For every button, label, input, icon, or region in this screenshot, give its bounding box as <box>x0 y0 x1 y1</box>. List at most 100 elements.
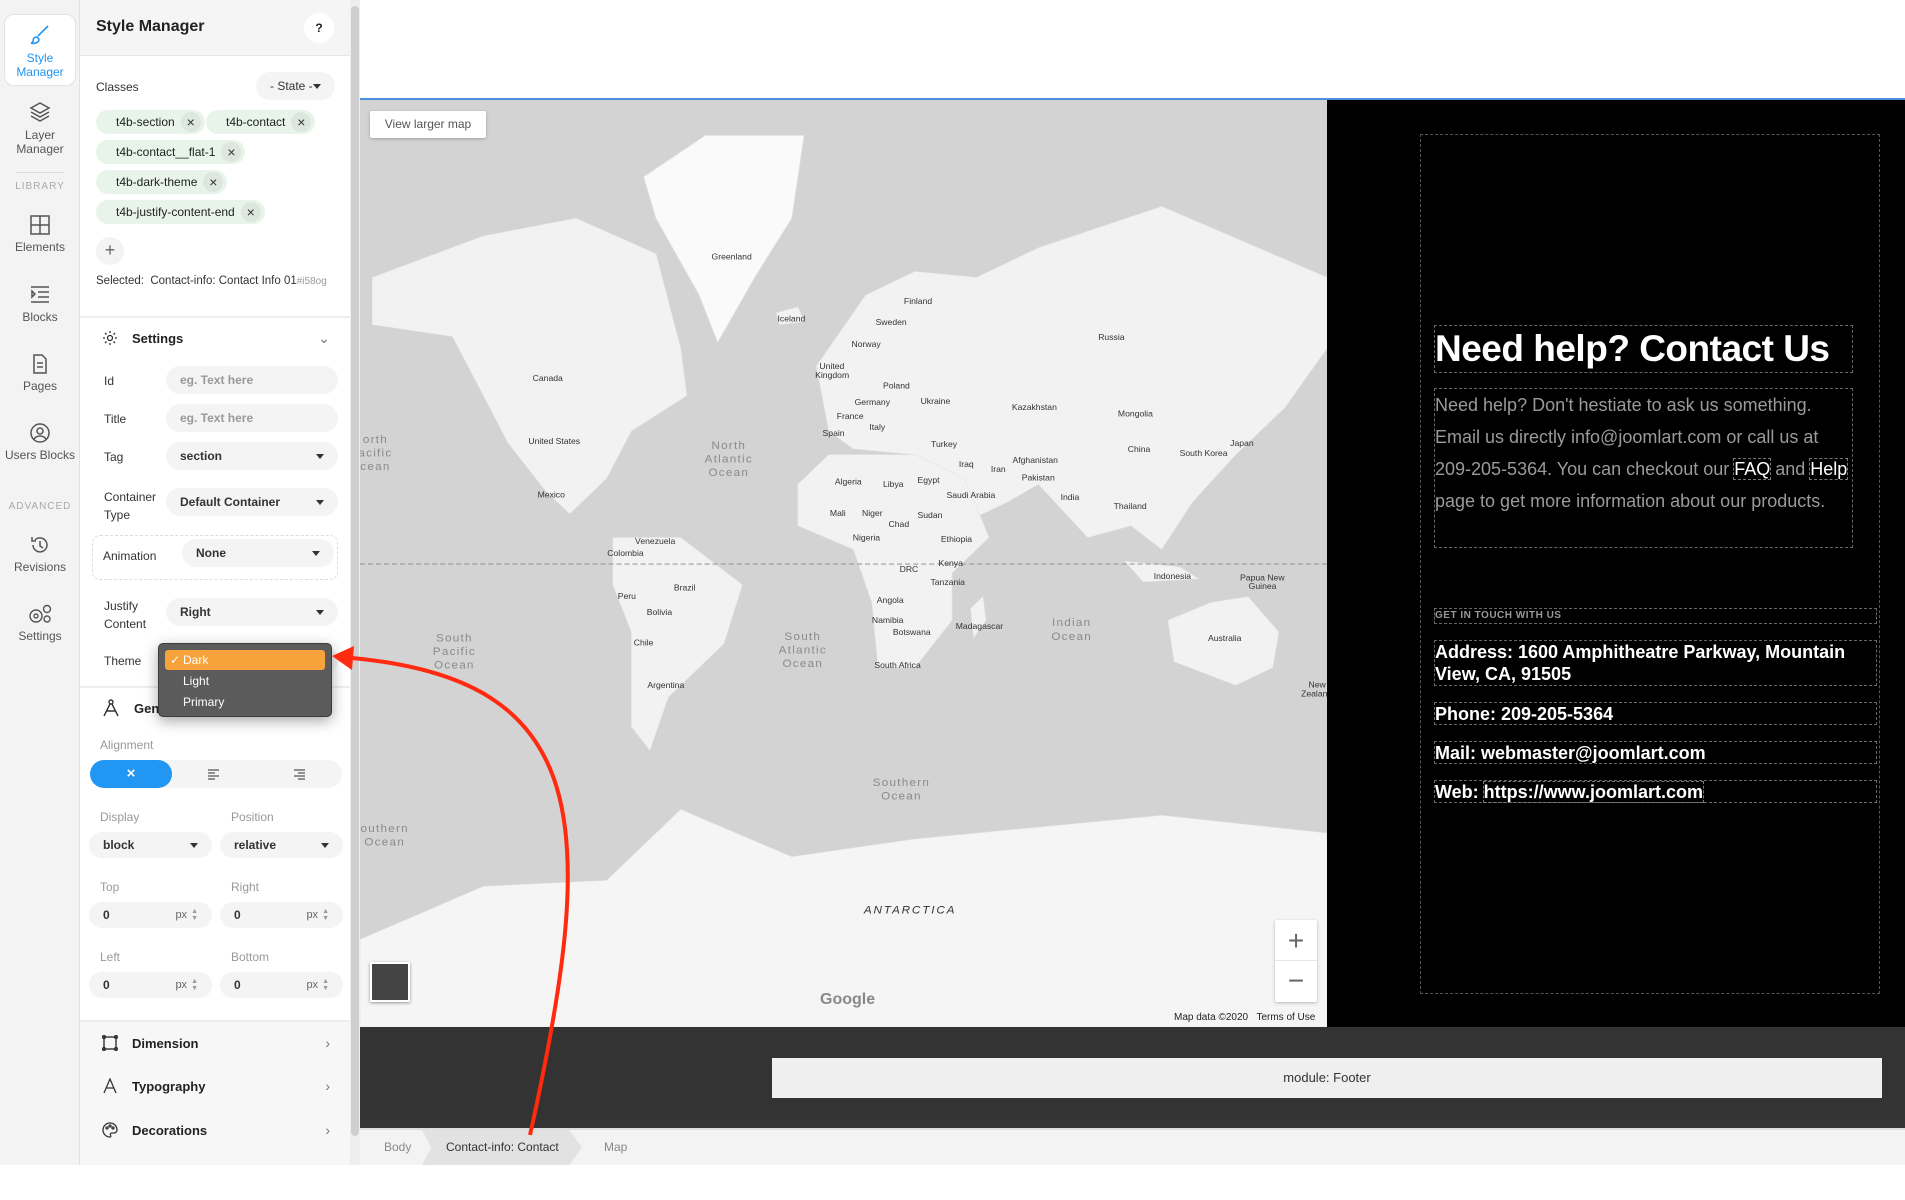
rail-pages[interactable]: Pages <box>4 353 76 393</box>
stepper-icon[interactable]: ▲ ▼ <box>191 978 198 992</box>
terms-link[interactable]: Terms of Use <box>1256 1012 1315 1023</box>
left-input[interactable]: 0 px ▲ ▼ <box>89 972 212 998</box>
rail-users-blocks[interactable]: Users Blocks <box>4 422 76 462</box>
add-class-button[interactable]: + <box>96 237 124 265</box>
canvas-top-area <box>360 0 1905 100</box>
rail-layer-manager[interactable]: Layer Manager <box>4 100 76 156</box>
container-type-select[interactable]: Default Container <box>166 488 338 516</box>
map-label: Turkey <box>931 439 958 449</box>
zoom-out-button[interactable]: − <box>1275 961 1317 1001</box>
ocean-label: South <box>784 631 821 643</box>
bottom-input[interactable]: 0 px ▲ ▼ <box>220 972 343 998</box>
stepper-icon[interactable]: ▲ ▼ <box>322 908 329 922</box>
breadcrumb-map[interactable]: Map <box>604 1130 627 1165</box>
class-tag[interactable]: t4b-justify-content-end × <box>96 200 265 224</box>
animation-select[interactable]: None <box>182 539 334 567</box>
position-label: Position <box>231 810 274 824</box>
dimension-section-header[interactable]: Dimension › <box>80 1025 350 1061</box>
view-larger-map-link[interactable]: View larger map <box>370 111 486 138</box>
land-north-america <box>372 217 688 515</box>
contact-info-section[interactable]: Need help? Contact Us Need help? Don't h… <box>1327 100 1905 1027</box>
footer-module[interactable]: module: Footer <box>772 1058 1882 1098</box>
zoom-in-button[interactable]: + <box>1275 920 1317 961</box>
rail-blocks[interactable]: Blocks <box>4 284 76 324</box>
map-label: Libya <box>883 479 904 489</box>
remove-class-icon[interactable]: × <box>203 172 224 192</box>
justify-content-select[interactable]: Right <box>166 598 338 626</box>
align-left-icon[interactable] <box>208 768 220 786</box>
breadcrumb-contact-info[interactable]: Contact-info: Contact Info 01 <box>422 1130 582 1165</box>
remove-class-icon[interactable]: × <box>221 142 242 162</box>
decorations-section-header[interactable]: Decorations › <box>80 1112 350 1148</box>
remove-class-icon[interactable]: × <box>180 112 201 132</box>
help-link[interactable]: Help <box>1809 458 1849 480</box>
gears-icon <box>29 604 52 623</box>
caret-down-icon <box>316 609 324 615</box>
satellite-toggle[interactable] <box>370 962 410 1002</box>
theme-option-dark[interactable]: ✓ Dark <box>165 650 325 670</box>
rail-settings[interactable]: Settings <box>4 603 76 643</box>
map-label: Argentina <box>647 680 684 690</box>
title-input[interactable]: eg. Text here <box>166 404 338 432</box>
top-input[interactable]: 0 px ▲ ▼ <box>89 902 212 928</box>
breadcrumb-body[interactable]: Body <box>384 1130 411 1165</box>
class-tag[interactable]: t4b-section × <box>96 110 205 134</box>
align-right-icon[interactable] <box>293 768 305 786</box>
stepper-icon[interactable]: ▲ ▼ <box>191 908 198 922</box>
rail-style-manager[interactable]: Style Manager <box>4 14 76 86</box>
contact-intro: Need help? Don't hestiate to ask us some… <box>1434 388 1853 548</box>
map-label: Mongolia <box>1118 408 1153 418</box>
right-input[interactable]: 0 px ▲ ▼ <box>220 902 343 928</box>
help-button[interactable]: ? <box>304 13 334 43</box>
position-select[interactable]: relative <box>220 832 343 858</box>
theme-option-primary[interactable]: Primary <box>165 692 325 712</box>
ocean-label: Pacific <box>433 646 476 658</box>
faq-link[interactable]: FAQ <box>1733 458 1772 480</box>
map-label: Peru <box>618 591 637 601</box>
map-label: Iran <box>991 464 1006 474</box>
theme-option-light[interactable]: Light <box>165 671 325 691</box>
map-label: China <box>1128 444 1151 454</box>
footer-section: module: Footer <box>360 1027 1905 1128</box>
ocean-label: Atlantic <box>779 645 827 657</box>
map-label: Bolivia <box>647 607 673 617</box>
embedded-map[interactable]: Greenland Iceland Finland Sweden Norway Unite… <box>360 100 1327 1027</box>
class-tag[interactable]: t4b-contact × <box>206 110 316 134</box>
justify-content-label: Justify Content <box>104 599 147 631</box>
right-label: Right <box>231 880 260 894</box>
typography-section-header[interactable]: Typography › <box>80 1068 350 1104</box>
stepper-icon[interactable]: ▲ ▼ <box>322 978 329 992</box>
tag-select[interactable]: section <box>166 442 338 470</box>
web-link[interactable]: https://www.joomlart.com <box>1482 781 1705 803</box>
map-label: Mali <box>830 508 846 518</box>
rail-elements[interactable]: Elements <box>4 214 76 254</box>
panel-header: Style Manager ? <box>80 0 350 56</box>
contact-web: Web: https://www.joomlart.com <box>1434 780 1877 803</box>
caret-down-icon <box>312 550 320 556</box>
remove-class-icon[interactable]: × <box>291 112 312 132</box>
align-none-button[interactable]: × <box>90 760 172 788</box>
state-select[interactable]: - State - <box>256 72 335 100</box>
brush-icon <box>30 25 49 45</box>
chevron-right-icon: › <box>325 1122 330 1138</box>
panel-scrollbar[interactable] <box>350 0 360 1165</box>
ocean-label: Ocean <box>1051 631 1092 643</box>
bottom-label: Bottom <box>231 950 270 964</box>
map-label: Russia <box>1098 332 1125 342</box>
contact-column <box>1420 134 1880 994</box>
remove-class-icon[interactable]: × <box>240 202 261 222</box>
map-label: Afghanistan <box>1012 455 1058 465</box>
icon-rail: Style Manager Layer Manager LIBRARY Elem… <box>0 0 80 1165</box>
alignment-group: × <box>90 760 342 788</box>
rail-revisions[interactable]: Revisions <box>4 534 76 574</box>
class-tag[interactable]: t4b-dark-theme × <box>96 170 228 194</box>
display-select[interactable]: block <box>89 832 212 858</box>
map-label: Brazil <box>674 583 696 593</box>
map-label: Chad <box>889 519 910 529</box>
dimension-icon <box>102 1035 118 1051</box>
map-label: Kingdom <box>815 370 849 380</box>
class-tag[interactable]: t4b-contact__flat-1 × <box>96 140 246 164</box>
land-masses <box>360 135 1327 1027</box>
settings-section-header[interactable]: Settings ⌄ <box>80 320 350 356</box>
id-input[interactable]: eg. Text here <box>166 366 338 394</box>
